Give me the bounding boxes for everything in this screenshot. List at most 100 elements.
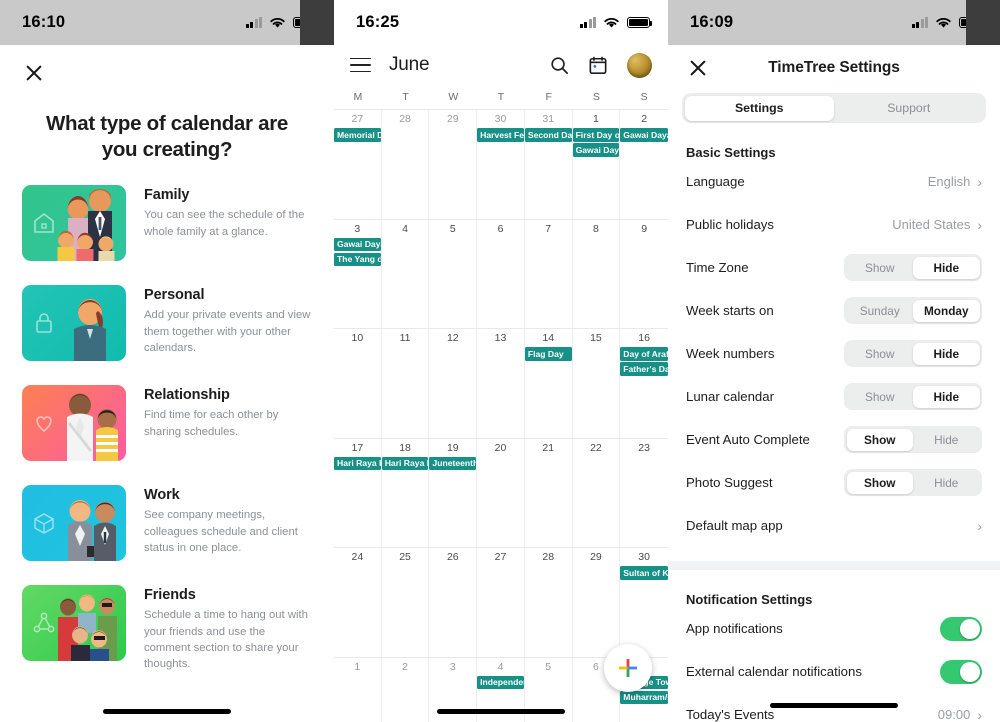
toggle-option-right[interactable]: Hide — [913, 472, 980, 494]
list-item-friends[interactable]: Friends Schedule a time to hang out with… — [22, 585, 312, 671]
day-cell[interactable]: 25 — [381, 548, 430, 658]
settings-row-week-numbers[interactable]: Week numbers Show Hide — [668, 332, 1000, 375]
event-chip[interactable]: Gawai Dayak — [572, 143, 620, 157]
settings-row-public-holidays[interactable]: Public holidays United States › — [668, 203, 1000, 246]
day-cell[interactable]: 15 — [572, 329, 621, 439]
day-cell[interactable]: 3 Gawai DayakThe Yang di-Per — [334, 219, 382, 329]
toggle-option-left[interactable]: Sunday — [847, 300, 914, 322]
event-chip[interactable]: Hari Raya Haji — [381, 456, 429, 470]
settings-row-external-calendar-notifications[interactable]: External calendar notifications — [668, 650, 1000, 693]
day-cell[interactable]: 5 — [429, 219, 478, 329]
day-cell[interactable]: 12 — [429, 329, 478, 439]
tab-support[interactable]: Support — [834, 96, 984, 121]
day-cell[interactable]: 23 — [620, 439, 668, 548]
event-chip[interactable]: Independence D — [477, 675, 524, 689]
day-cell[interactable]: 13 — [477, 329, 525, 439]
day-cell[interactable]: 2 — [382, 657, 430, 722]
day-cell[interactable]: 9 — [620, 220, 668, 329]
settings-row-default-map-app[interactable]: Default map app › — [668, 504, 1000, 547]
list-item-personal[interactable]: Personal Add your private events and vie… — [22, 285, 312, 362]
menu-icon[interactable] — [350, 57, 371, 73]
calendar-icon[interactable] — [589, 56, 607, 75]
add-event-button[interactable] — [604, 644, 652, 692]
toggle-option-right[interactable]: Hide — [913, 385, 980, 408]
toggle-option-right[interactable]: Hide — [913, 256, 980, 279]
toggle-option-left[interactable]: Show — [846, 471, 913, 494]
day-cell[interactable]: 21 — [524, 438, 573, 548]
toggle-switch[interactable] — [940, 616, 982, 641]
day-cell[interactable]: 26 — [429, 548, 478, 658]
close-icon[interactable] — [22, 61, 46, 85]
toggle-option-left[interactable]: Show — [847, 257, 914, 279]
settings-row-value: 09:00 — [937, 707, 971, 722]
day-cell[interactable]: 22 — [572, 438, 621, 548]
settings-row-week-starts-on[interactable]: Week starts on Sunday Monday — [668, 289, 1000, 332]
settings-row-time-zone[interactable]: Time Zone Show Hide — [668, 246, 1000, 289]
event-chip[interactable]: Memorial Day — [334, 128, 381, 142]
day-cell[interactable]: 1 — [334, 657, 382, 722]
toggle-option-right[interactable]: Monday — [913, 299, 980, 322]
day-cell[interactable]: 11 — [381, 329, 430, 439]
event-chip[interactable]: Second Day of Ha — [524, 128, 572, 142]
day-cell[interactable]: 4 — [381, 219, 430, 329]
avatar[interactable] — [627, 52, 652, 78]
event-chip[interactable]: First Day of Ga — [572, 128, 620, 142]
day-cell[interactable]: 19 Juneteenth — [429, 438, 478, 548]
event-chip[interactable]: Sultan of Kedah — [620, 566, 668, 580]
day-number: 19 — [446, 441, 459, 454]
day-cell[interactable]: 14 Flag Day — [524, 329, 573, 439]
list-item-work[interactable]: Work See company meetings, colleagues sc… — [22, 485, 312, 562]
day-cell[interactable]: 27 Memorial Day — [334, 110, 382, 220]
day-cell[interactable]: 1 First Day of GaGawai Dayak — [572, 110, 621, 220]
toggle-option-left[interactable]: Show — [846, 428, 913, 451]
day-cell[interactable]: 20 — [477, 438, 525, 548]
day-cell[interactable]: 10 — [334, 329, 382, 439]
day-cell[interactable]: 29 — [572, 548, 621, 658]
event-chip[interactable]: Hari Raya Haji — [334, 456, 381, 470]
day-cell[interactable]: 2 Gawai Dayak — [620, 110, 668, 220]
event-chip[interactable]: Father's Day — [620, 362, 668, 376]
settings-row-language[interactable]: Language English › — [668, 160, 1000, 203]
event-chip[interactable]: Gawai Dayak — [334, 237, 381, 251]
settings-row-lunar-calendar[interactable]: Lunar calendar Show Hide — [668, 375, 1000, 418]
status-time: 16:25 — [356, 13, 400, 31]
friends-text: Friends Schedule a time to hang out with… — [144, 585, 312, 671]
search-icon[interactable] — [550, 56, 569, 75]
calendar-type-sheet: What type of calendar are you creating? — [0, 45, 334, 722]
list-item-family[interactable]: Family You can see the schedule of the w… — [22, 185, 312, 262]
settings-row-control: English › — [928, 174, 982, 189]
event-chip[interactable]: The Yang di-Per — [334, 252, 381, 266]
day-cell[interactable]: 30 Sultan of Kedah — [620, 548, 668, 658]
day-cell[interactable]: 17 Hari Raya Haji — [334, 438, 382, 548]
day-cell[interactable]: 28 — [381, 110, 430, 220]
settings-row-app-notifications[interactable]: App notifications — [668, 607, 1000, 650]
day-cell[interactable]: 31 Second Day of Ha — [524, 110, 573, 220]
day-cell[interactable]: 6 — [477, 219, 525, 329]
day-cell[interactable]: 28 — [524, 548, 573, 658]
month-title[interactable]: June — [389, 54, 430, 76]
event-chip[interactable]: Muharram/Islam — [620, 690, 668, 704]
event-chip[interactable]: Day of Arafah — [620, 347, 668, 361]
event-chip[interactable]: Flag Day — [524, 347, 572, 361]
day-cell[interactable]: 30 Harvest Festival — [477, 110, 525, 220]
day-cell[interactable]: 16 Day of ArafahFather's Day — [620, 329, 668, 439]
day-cell[interactable]: 24 — [334, 548, 382, 658]
day-cell[interactable]: 27 — [477, 548, 525, 658]
event-chip[interactable]: Harvest Festival — [477, 128, 524, 142]
tab-settings[interactable]: Settings — [684, 95, 834, 121]
toggle-option-right[interactable]: Hide — [913, 342, 980, 365]
basic-settings-list: Language English › Public holidays United St… — [668, 160, 1000, 547]
settings-row-photo-suggest[interactable]: Photo Suggest Show Hide — [668, 461, 1000, 504]
day-cell[interactable]: 8 — [572, 219, 621, 329]
day-cell[interactable]: 18 Hari Raya Haji — [381, 438, 430, 548]
event-chip[interactable]: Gawai Dayak — [620, 128, 668, 142]
settings-row-event-auto-complete[interactable]: Event Auto Complete Show Hide — [668, 418, 1000, 461]
day-cell[interactable]: 7 — [524, 219, 573, 329]
event-chip[interactable]: Juneteenth — [429, 456, 477, 470]
toggle-option-left[interactable]: Show — [847, 386, 914, 408]
list-item-relationship[interactable]: Relationship Find time for each other by… — [22, 385, 312, 462]
toggle-option-right[interactable]: Hide — [913, 429, 980, 451]
toggle-switch[interactable] — [940, 659, 982, 684]
toggle-option-left[interactable]: Show — [847, 343, 914, 365]
day-cell[interactable]: 29 — [429, 110, 478, 220]
